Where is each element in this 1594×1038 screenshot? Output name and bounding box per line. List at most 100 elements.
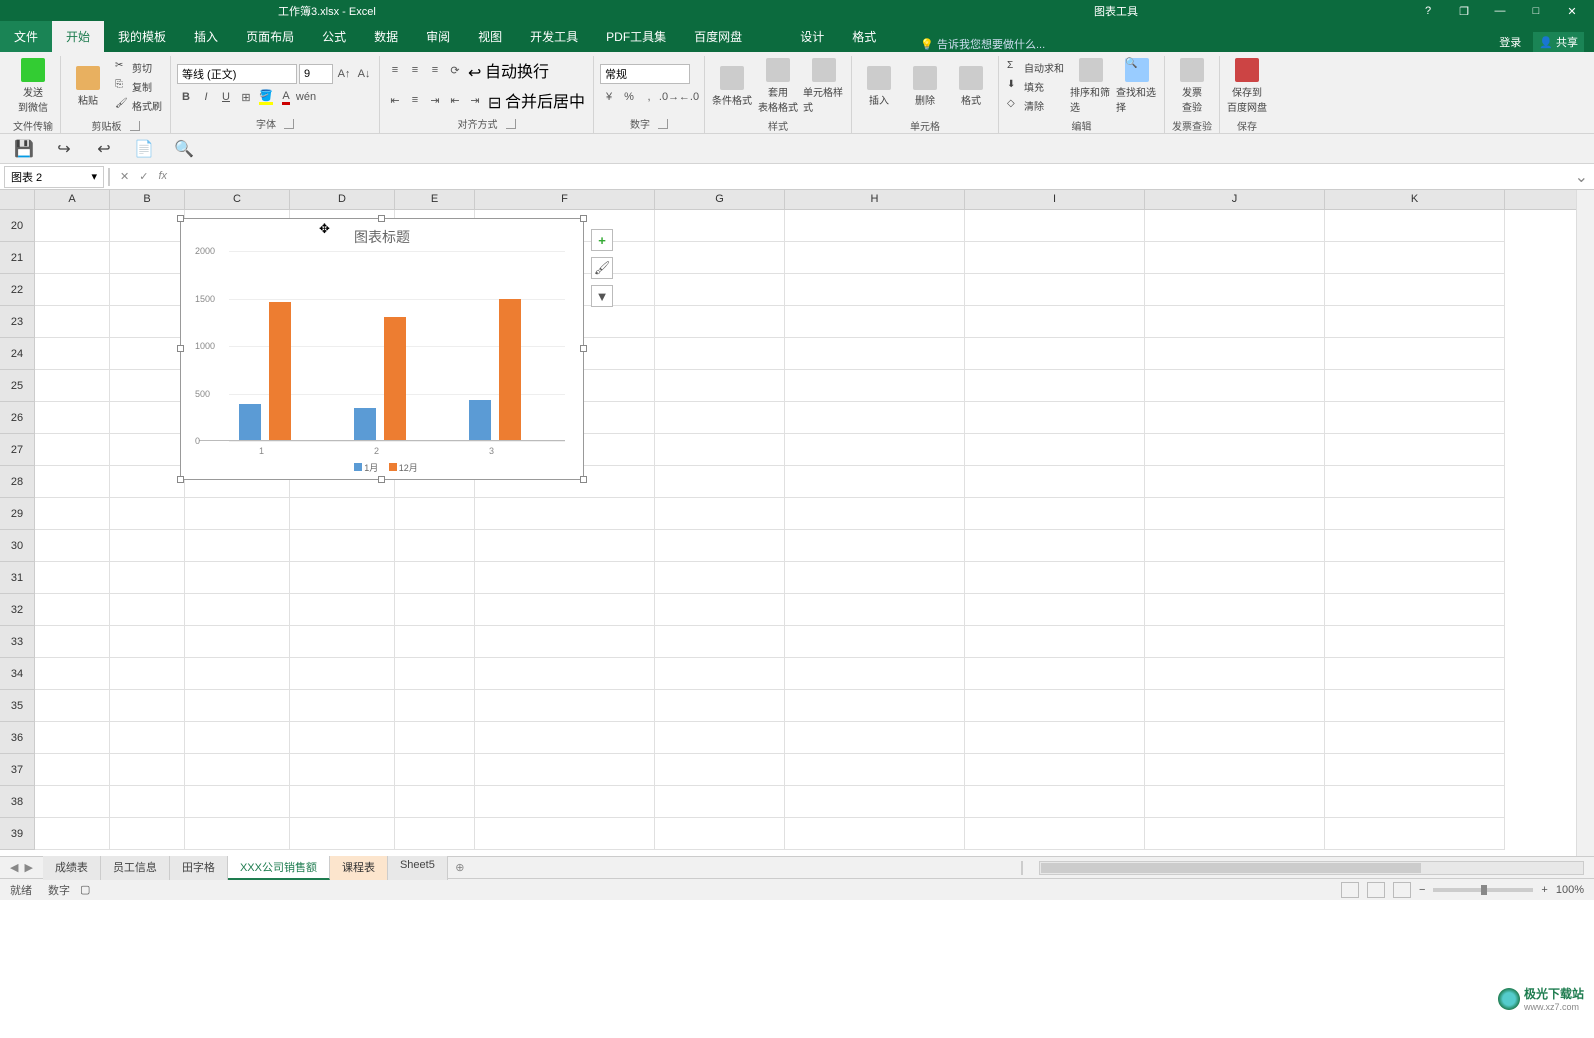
dec-decimal-button[interactable]: ←.0 [680, 88, 698, 106]
col-header-A[interactable]: A [35, 190, 110, 209]
sheet-tab-田字格[interactable]: 田字格 [170, 856, 228, 880]
orientation-button[interactable]: ⟳ [446, 61, 464, 79]
border-button[interactable]: ⊞ [237, 88, 255, 106]
name-box[interactable]: 图表 2▾ [4, 166, 104, 188]
indent-inc-button[interactable]: ⇥ [466, 91, 484, 109]
maximize-icon[interactable]: □ [1526, 3, 1546, 19]
align-top-button[interactable]: ≡ [386, 61, 404, 79]
chart-filter-button[interactable]: ▼ [591, 285, 613, 307]
zoom-slider[interactable] [1433, 888, 1533, 892]
zoom-level[interactable]: 100% [1556, 884, 1584, 896]
chart-elements-button[interactable]: + [591, 229, 613, 251]
row-header-29[interactable]: 29 [0, 498, 35, 530]
row-header-39[interactable]: 39 [0, 818, 35, 850]
bar-1月-1[interactable] [239, 404, 261, 440]
enter-formula-icon[interactable]: ✓ [139, 170, 148, 183]
select-all-corner[interactable] [0, 190, 35, 210]
fill-color-button[interactable]: 🪣 [257, 88, 275, 106]
resize-handle-ml[interactable] [177, 345, 184, 352]
tab-design[interactable]: 设计 [786, 21, 838, 52]
tab-review[interactable]: 审阅 [412, 21, 464, 52]
status-record-icon[interactable]: ▢ [80, 883, 90, 896]
resize-handle-mr[interactable] [580, 345, 587, 352]
row-header-26[interactable]: 26 [0, 402, 35, 434]
paste-button[interactable]: 粘贴 [67, 56, 109, 116]
row-header-30[interactable]: 30 [0, 530, 35, 562]
bar-1月-3[interactable] [469, 400, 491, 440]
undo-icon[interactable]: ↩ [94, 139, 114, 159]
tab-pdf[interactable]: PDF工具集 [592, 21, 680, 52]
vertical-scrollbar[interactable] [1576, 190, 1594, 856]
invoice-verify-button[interactable]: 发票 查验 [1171, 56, 1213, 116]
bar-12月-1[interactable] [269, 302, 291, 440]
align-left-button[interactable]: ⇤ [386, 91, 404, 109]
shrink-font-button[interactable]: A↓ [355, 65, 373, 83]
cell-style-button[interactable]: 单元格样式 [803, 56, 845, 116]
cut-button[interactable]: ✂剪切 [113, 59, 164, 76]
chart-title[interactable]: 图表标题 [181, 219, 583, 251]
send-wechat-button[interactable]: 发送 到微信 [12, 56, 54, 116]
currency-button[interactable]: ¥ [600, 88, 618, 106]
table-format-button[interactable]: 套用 表格格式 [757, 56, 799, 116]
expand-formula-icon[interactable]: ⌄ [1569, 167, 1594, 187]
tab-format[interactable]: 格式 [838, 21, 890, 52]
row-header-27[interactable]: 27 [0, 434, 35, 466]
col-header-E[interactable]: E [395, 190, 475, 209]
conditional-format-button[interactable]: 条件格式 [711, 56, 753, 116]
italic-button[interactable]: I [197, 88, 215, 106]
percent-button[interactable]: % [620, 88, 638, 106]
merge-center-button[interactable]: ⊟合并后居中 [486, 87, 587, 113]
fill-button[interactable]: ⬇填充 [1005, 78, 1066, 95]
sort-filter-button[interactable]: 排序和筛选 [1070, 56, 1112, 116]
font-name-select[interactable] [177, 64, 297, 84]
row-header-35[interactable]: 35 [0, 690, 35, 722]
horizontal-scrollbar[interactable] [1039, 861, 1584, 875]
row-header-24[interactable]: 24 [0, 338, 35, 370]
col-header-G[interactable]: G [655, 190, 785, 209]
font-size-select[interactable] [299, 64, 333, 84]
add-sheet-button[interactable]: ⊕ [448, 861, 472, 874]
login-link[interactable]: 登录 [1499, 34, 1521, 50]
resize-handle-tr[interactable] [580, 215, 587, 222]
tab-insert[interactable]: 插入 [180, 21, 232, 52]
col-header-C[interactable]: C [185, 190, 290, 209]
sheet-tab-XXX公司销售额[interactable]: XXX公司销售额 [228, 856, 330, 880]
copy-button[interactable]: ⎘复制 [113, 78, 164, 95]
touch-mode-icon[interactable]: 📄 [134, 139, 154, 159]
print-preview-icon[interactable]: 🔍 [174, 139, 194, 159]
font-color-button[interactable]: A [277, 88, 295, 106]
chart-plot-area[interactable]: 0500100015002000123 [199, 251, 565, 441]
sheet-tab-课程表[interactable]: 课程表 [330, 856, 388, 880]
row-header-21[interactable]: 21 [0, 242, 35, 274]
row-header-34[interactable]: 34 [0, 658, 35, 690]
redo-icon[interactable]: ↪ [54, 139, 74, 159]
inc-decimal-button[interactable]: .0→ [660, 88, 678, 106]
share-button[interactable]: 👤 共享 [1533, 32, 1584, 52]
row-header-28[interactable]: 28 [0, 466, 35, 498]
format-cells-button[interactable]: 格式 [950, 56, 992, 116]
number-launcher[interactable] [658, 119, 668, 129]
wrap-text-button[interactable]: ↩自动换行 [466, 57, 551, 83]
align-center-button[interactable]: ≡ [406, 91, 424, 109]
zoom-in-button[interactable]: + [1541, 884, 1547, 896]
help-icon[interactable]: ? [1418, 3, 1438, 19]
tab-view[interactable]: 视图 [464, 21, 516, 52]
find-select-button[interactable]: 🔍查找和选择 [1116, 56, 1158, 116]
resize-handle-tc[interactable] [378, 215, 385, 222]
delete-cells-button[interactable]: 删除 [904, 56, 946, 116]
row-header-22[interactable]: 22 [0, 274, 35, 306]
sheet-tab-Sheet5[interactable]: Sheet5 [388, 856, 448, 880]
row-header-37[interactable]: 37 [0, 754, 35, 786]
bar-1月-2[interactable] [354, 408, 376, 440]
col-header-D[interactable]: D [290, 190, 395, 209]
resize-handle-bl[interactable] [177, 476, 184, 483]
row-header-36[interactable]: 36 [0, 722, 35, 754]
tell-me-input[interactable]: 💡 告诉我您想要做什么... [920, 36, 1045, 52]
row-header-38[interactable]: 38 [0, 786, 35, 818]
minimize-icon[interactable]: — [1490, 3, 1510, 19]
col-header-H[interactable]: H [785, 190, 965, 209]
comma-button[interactable]: , [640, 88, 658, 106]
clear-button[interactable]: ◇清除 [1005, 97, 1066, 114]
col-header-J[interactable]: J [1145, 190, 1325, 209]
row-header-33[interactable]: 33 [0, 626, 35, 658]
